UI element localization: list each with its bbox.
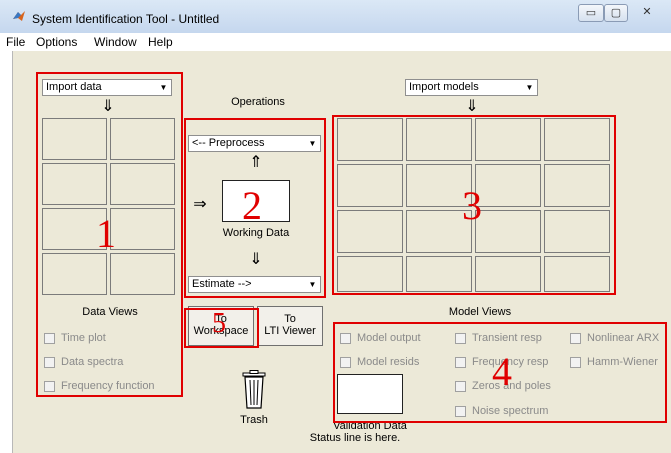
operations-title: Operations	[231, 96, 285, 108]
import-models-value: Import models	[409, 81, 479, 93]
down-arrow-icon: ⇓	[465, 98, 479, 115]
matlab-logo-icon	[13, 11, 25, 21]
status-line: Status line is here.	[309, 432, 401, 444]
menu-options[interactable]: Options	[36, 35, 77, 49]
close-icon: ✕	[642, 6, 652, 18]
import-models-select[interactable]: Import models ▼	[405, 79, 538, 96]
close-button[interactable]: ✕	[628, 4, 666, 22]
maximize-button[interactable]: ▢	[604, 4, 628, 22]
to-lti-line2: LTI Viewer	[264, 325, 316, 337]
menu-file[interactable]: File	[6, 35, 25, 49]
dropdown-arrow-icon: ▼	[525, 83, 534, 92]
maximize-icon: ▢	[610, 7, 622, 19]
to-lti-viewer-button[interactable]: To LTI Viewer	[257, 306, 323, 346]
to-lti-line1: To	[284, 313, 296, 325]
minimize-button[interactable]: ▭	[578, 4, 604, 22]
model-views-title: Model Views	[448, 306, 512, 318]
annotation-label-2: 2	[242, 183, 262, 228]
annotation-label-5: 5	[212, 308, 226, 339]
menu-window[interactable]: Window	[94, 35, 137, 49]
window-title: System Identification Tool - Untitled	[32, 12, 220, 26]
annotation-label-1: 1	[96, 211, 116, 256]
trash-icon[interactable]	[240, 370, 268, 410]
minimize-icon: ▭	[585, 7, 597, 19]
annotation-label-4: 4	[492, 349, 512, 394]
menu-help[interactable]: Help	[148, 35, 173, 49]
annotation-label-3: 3	[462, 183, 482, 228]
trash-label: Trash	[240, 414, 268, 426]
